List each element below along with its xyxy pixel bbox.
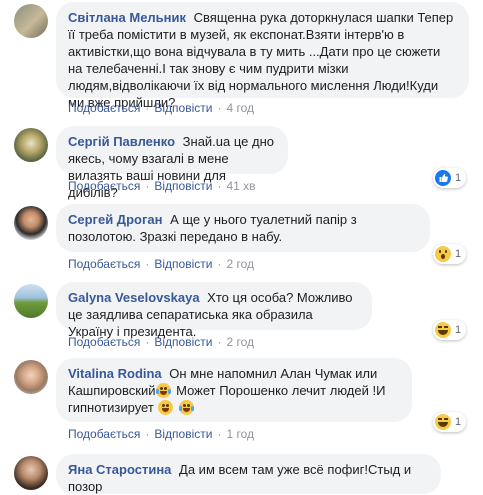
avatar[interactable]	[14, 456, 48, 490]
comment-bubble: Vitalina Rodina Он мне напомнил Алан Чум…	[56, 358, 412, 422]
like-link[interactable]: Подобається	[68, 335, 140, 349]
tears-of-joy-icon	[179, 400, 195, 415]
tears-of-joy-icon	[156, 383, 172, 398]
reaction-badge[interactable]: 1	[433, 244, 467, 264]
haha-icon	[435, 414, 451, 430]
comment-time[interactable]: 41 хв	[226, 179, 255, 193]
reply-link[interactable]: Відповісти	[154, 257, 212, 271]
like-link[interactable]: Подобається	[68, 101, 140, 115]
reaction-count: 1	[455, 248, 462, 260]
comment-actions: Подобається · Відповісти · 4 год	[68, 101, 254, 115]
comment-time[interactable]: 1 год	[226, 427, 254, 441]
avatar[interactable]	[14, 284, 48, 318]
haha-icon	[435, 322, 451, 338]
comment-text: Священна рука доторкнулася шапки Тепер ї…	[68, 10, 454, 110]
like-link[interactable]: Подобається	[68, 427, 140, 441]
comment-author[interactable]: Світлана Мельник	[68, 10, 186, 25]
comment-author[interactable]: Сергей Дроган	[68, 212, 162, 227]
reply-link[interactable]: Відповісти	[154, 101, 212, 115]
comment-time[interactable]: 2 год	[226, 335, 254, 349]
avatar[interactable]	[14, 128, 48, 162]
like-link[interactable]: Подобається	[68, 257, 140, 271]
reaction-badge[interactable]: 1	[433, 320, 467, 340]
comment-actions: Подобається · Відповісти · 2 год	[68, 335, 254, 349]
comment-bubble: Сергій Павленко Знай.ua це дно якесь, чо…	[56, 126, 288, 200]
avatar[interactable]	[14, 4, 48, 38]
avatar[interactable]	[14, 206, 48, 240]
smile-icon	[158, 400, 174, 415]
reaction-count: 1	[455, 324, 462, 336]
avatar[interactable]	[14, 360, 48, 394]
like-link[interactable]: Подобається	[68, 179, 140, 193]
comment-bubble: Сергей Дроган А ще у нього туалетний пап…	[56, 204, 430, 252]
reaction-count: 1	[455, 416, 462, 428]
comment-bubble: Galyna Veselovskaya Хто ця особа? Можлив…	[56, 282, 372, 339]
comment-actions: Подобається · Відповісти · 2 год	[68, 257, 254, 271]
comment-author[interactable]: Galyna Veselovskaya	[68, 290, 200, 305]
reply-link[interactable]: Відповісти	[154, 335, 212, 349]
reply-link[interactable]: Відповісти	[154, 179, 212, 193]
comment-actions: Подобається · Відповісти · 1 год	[68, 427, 254, 441]
reaction-count: 1	[455, 172, 462, 184]
comment-bubble: Яна Старостина Да им всем там уже всё по…	[56, 454, 441, 494]
reaction-badge[interactable]: 1	[433, 412, 467, 432]
comment-time[interactable]: 4 год	[226, 101, 254, 115]
comment-author[interactable]: Яна Старостина	[68, 462, 171, 477]
comment-bubble: Світлана Мельник Священна рука доторкнул…	[56, 2, 469, 110]
like-icon	[435, 170, 451, 186]
reply-link[interactable]: Відповісти	[154, 427, 212, 441]
wow-icon	[435, 246, 451, 262]
comment-actions: Подобається · Відповісти · 41 хв	[68, 179, 256, 193]
comment-author[interactable]: Сергій Павленко	[68, 134, 175, 149]
reaction-badge[interactable]: 1	[433, 168, 467, 188]
comment-author[interactable]: Vitalina Rodina	[68, 366, 162, 381]
comment-time[interactable]: 2 год	[226, 257, 254, 271]
